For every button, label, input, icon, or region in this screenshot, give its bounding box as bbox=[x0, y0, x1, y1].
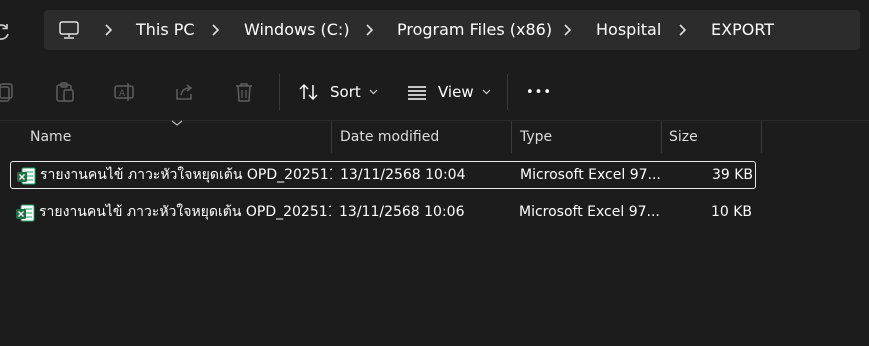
file-date-modified: 13/11/2568 10:06 bbox=[339, 204, 465, 220]
svg-text:A: A bbox=[119, 89, 126, 99]
sort-icon bbox=[299, 83, 318, 101]
column-divider[interactable] bbox=[661, 121, 662, 153]
breadcrumb-windows-c[interactable]: Windows (C:) bbox=[244, 10, 350, 50]
chevron-down-icon bbox=[482, 89, 491, 95]
file-type: Microsoft Excel 97... bbox=[520, 167, 660, 183]
copy-icon[interactable] bbox=[0, 81, 16, 103]
command-bar: A Sort View ••• bbox=[0, 64, 869, 121]
file-size: 10 KB bbox=[710, 204, 752, 220]
column-header-row: Name Date modified Type Size bbox=[0, 120, 869, 153]
column-size[interactable]: Size bbox=[669, 121, 698, 153]
more-options-button[interactable]: ••• bbox=[526, 76, 552, 108]
file-name: รายงานคนไข้ ภาวะหัวใจหยุดเต้น OPD_202511… bbox=[39, 204, 331, 220]
excel-file-icon bbox=[16, 204, 35, 222]
breadcrumb-hospital[interactable]: Hospital bbox=[596, 10, 661, 50]
column-type[interactable]: Type bbox=[520, 121, 552, 153]
rename-icon[interactable]: A bbox=[113, 81, 135, 103]
column-name[interactable]: Name bbox=[30, 121, 71, 153]
address-row: This PC Windows (C:) Program Files (x86)… bbox=[0, 0, 869, 64]
file-row[interactable]: รายงานคนไข้ ภาวะหัวใจหยุดเต้น OPD_202511… bbox=[10, 161, 756, 189]
sort-label: Sort bbox=[330, 83, 361, 101]
toolbar-divider bbox=[279, 74, 280, 110]
more-options-icon: ••• bbox=[526, 84, 553, 100]
view-label: View bbox=[438, 83, 474, 101]
sort-button[interactable]: Sort bbox=[298, 76, 378, 108]
share-icon[interactable] bbox=[173, 81, 195, 103]
chevron-right-icon[interactable] bbox=[209, 23, 221, 37]
this-pc-icon[interactable] bbox=[58, 20, 80, 40]
file-explorer-window: This PC Windows (C:) Program Files (x86)… bbox=[0, 0, 869, 346]
breadcrumb-export[interactable]: EXPORT bbox=[711, 10, 774, 50]
refresh-icon[interactable] bbox=[0, 22, 12, 42]
breadcrumb[interactable]: This PC Windows (C:) Program Files (x86)… bbox=[44, 10, 860, 50]
chevron-right-icon[interactable] bbox=[561, 23, 573, 37]
view-icon bbox=[408, 86, 426, 100]
column-divider[interactable] bbox=[511, 121, 512, 153]
column-divider[interactable] bbox=[761, 121, 762, 153]
delete-icon[interactable] bbox=[233, 81, 255, 103]
column-divider[interactable] bbox=[331, 121, 332, 153]
chevron-down-icon bbox=[369, 89, 378, 95]
file-row[interactable]: รายงานคนไข้ ภาวะหัวใจหยุดเต้น OPD_202511… bbox=[10, 199, 756, 227]
file-name: รายงานคนไข้ ภาวะหัวใจหยุดเต้น OPD_202511… bbox=[40, 167, 332, 183]
breadcrumb-program-files-x86[interactable]: Program Files (x86) bbox=[397, 10, 552, 50]
file-date-modified: 13/11/2568 10:04 bbox=[340, 167, 466, 183]
file-size: 39 KB bbox=[711, 167, 753, 183]
sort-indicator-icon bbox=[171, 120, 183, 126]
chevron-right-icon[interactable] bbox=[676, 23, 688, 37]
file-type: Microsoft Excel 97... bbox=[519, 204, 659, 220]
chevron-right-icon[interactable] bbox=[363, 23, 375, 37]
breadcrumb-this-pc[interactable]: This PC bbox=[136, 10, 195, 50]
paste-icon[interactable] bbox=[54, 81, 76, 103]
column-date-modified[interactable]: Date modified bbox=[340, 121, 439, 153]
view-button[interactable]: View bbox=[406, 76, 491, 108]
toolbar-divider bbox=[507, 74, 508, 110]
excel-file-icon bbox=[17, 167, 36, 185]
chevron-right-icon[interactable] bbox=[102, 23, 114, 37]
